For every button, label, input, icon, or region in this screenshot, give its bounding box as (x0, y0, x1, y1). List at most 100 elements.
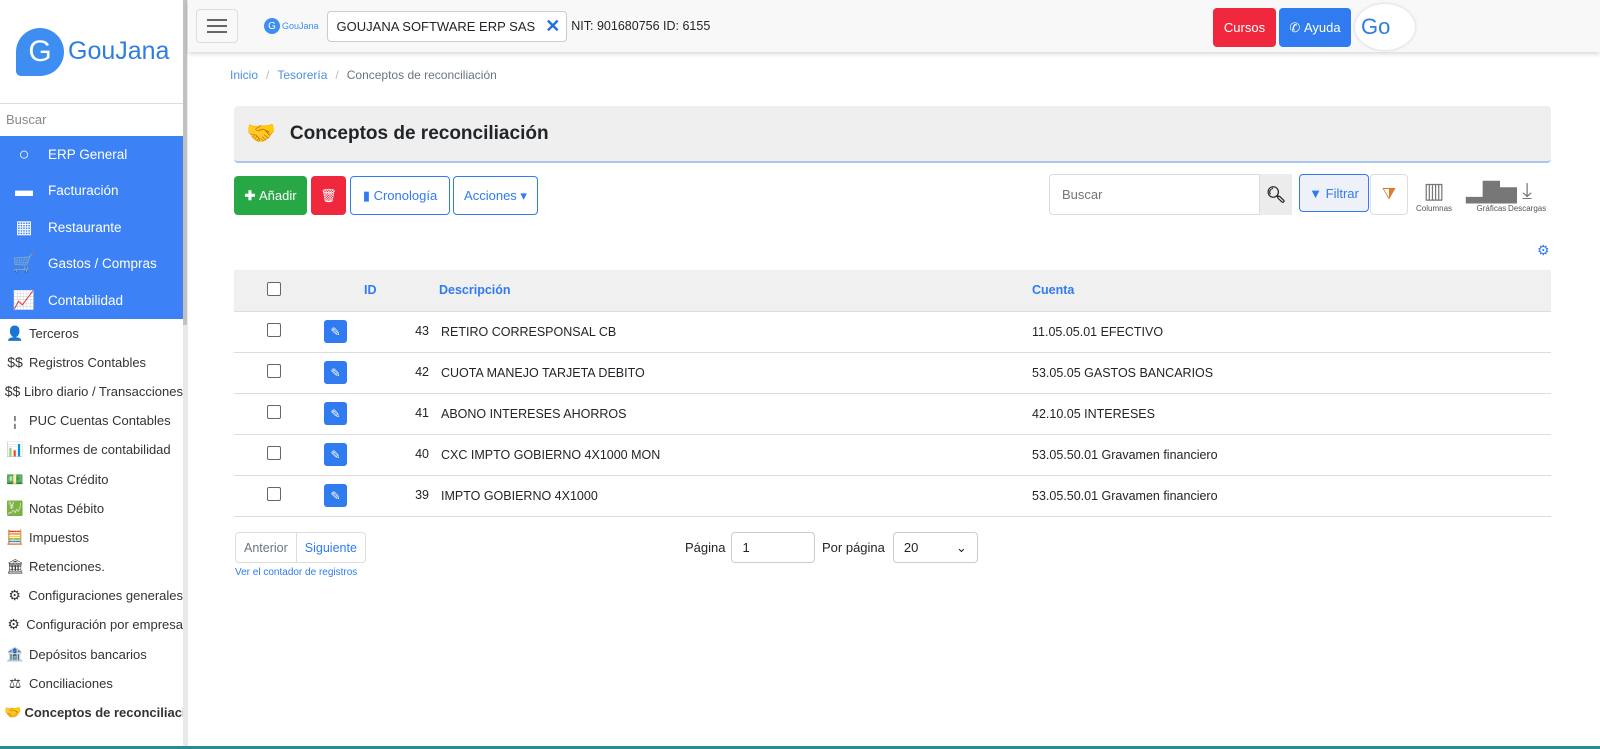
downloads-button[interactable]: ⤓ Descargas (1508, 178, 1546, 213)
menu-item-label: ERP General (48, 146, 128, 162)
book-icon: ▮ (362, 187, 374, 203)
columns-icon: ▥ (1423, 178, 1445, 203)
ayuda-button[interactable]: ✆ Ayuda (1279, 8, 1351, 47)
brand-logo[interactable]: G GouJana (0, 0, 183, 104)
edit-pencil-icon[interactable]: ✎ (324, 443, 347, 466)
trash-icon: 🗑 (320, 187, 337, 203)
submenu-item[interactable]: 📊 Informes de contabilidad (0, 435, 183, 464)
search-input[interactable] (1049, 174, 1260, 215)
submenu-icon: ⚖ (8, 674, 22, 691)
filter-icon: ▼ (1309, 185, 1326, 201)
next-page-button[interactable]: Siguiente (297, 533, 365, 562)
submenu-item[interactable]: 🤝Conceptos de reconciliación (0, 698, 183, 727)
col-account[interactable]: Cuenta (1032, 270, 1551, 312)
submenu-item[interactable]: 💹 Notas Débito (0, 494, 183, 523)
logo-mark: G (16, 27, 64, 76)
company-selector[interactable]: GOUJANA SOFTWARE ERP SAS ✕ (326, 10, 568, 42)
submenu-item[interactable]: $$ Libro diario / Transacciones (0, 377, 183, 406)
menu-item-gastos-compras[interactable]: 🛒 Gastos / Compras (0, 246, 183, 283)
submenu-icon: 🤝 (4, 704, 22, 721)
table-row[interactable]: ✎ 43 RETIRO CORRESPONSAL CB 11.05.05.01 EFE… (234, 311, 1551, 353)
menu-item-restaurante[interactable]: ▦ Restaurante (0, 209, 183, 246)
page-input[interactable]: 1 (731, 532, 816, 563)
row-checkbox[interactable] (267, 405, 281, 419)
submenu-item[interactable]: 🏦 Depósitos bancarios (0, 640, 183, 669)
whatsapp-icon: ✆ (1289, 19, 1304, 35)
submenu-item[interactable]: ⚙ Configuraciones generales (0, 581, 183, 610)
edit-pencil-icon[interactable]: ✎ (324, 361, 347, 384)
submenu-item[interactable]: 🧮 Impuestos (0, 523, 183, 552)
breadcrumb-section[interactable]: Tesorería (277, 68, 327, 82)
settings-gear-icon[interactable]: ⚙ (1537, 242, 1550, 259)
search-button[interactable]: 🔍︎ (1260, 174, 1292, 215)
menu-item-contabilidad[interactable]: 📈 Contabilidad (0, 282, 183, 319)
filter-label: Filtrar (1325, 185, 1359, 201)
cursos-button[interactable]: Cursos (1213, 8, 1276, 47)
submenu-item-label: Retenciones. (29, 559, 105, 575)
table-row[interactable]: ✎ 40 CXC IMPTO GOBIERNO 4X1000 MON 53.05.50… (234, 434, 1551, 476)
cell-description: IMPTO GOBIERNO 4X1000 (429, 475, 1032, 517)
filter-button[interactable]: ▼ Filtrar (1299, 174, 1369, 212)
submenu-item-label: Terceros (29, 325, 79, 341)
edit-pencil-icon[interactable]: ✎ (324, 402, 347, 425)
sidebar: G GouJana Buscar ○ ERP General ▬ Facturación… (0, 0, 183, 749)
submenu-icon: 📊 (6, 441, 24, 458)
submenu-item[interactable]: ¦ PUC Cuentas Contables (0, 406, 183, 435)
col-id[interactable]: ID (314, 270, 429, 312)
col-description[interactable]: Descripción (429, 270, 1032, 312)
submenu-item[interactable]: ⚖ Conciliaciones (0, 669, 183, 698)
menu-toggle-button[interactable] (196, 9, 238, 43)
edit-pencil-icon[interactable]: ✎ (324, 320, 347, 343)
submenu-item[interactable]: ⚙ Configuración por empresa (0, 610, 183, 639)
row-checkbox[interactable] (267, 487, 281, 501)
ayuda-label: Ayuda (1303, 20, 1341, 35)
clear-filter-button[interactable]: ⧩ (1370, 174, 1408, 215)
cell-id: 39 (415, 488, 429, 502)
cell-account: 53.05.50.01 Gravamen financiero (1032, 475, 1551, 517)
per-page-select[interactable]: 20 ⌄ (892, 532, 978, 563)
record-count-link[interactable]: Ver el contador de registros (235, 567, 357, 578)
submenu-item-label: Conciliaciones (29, 675, 113, 691)
row-checkbox[interactable] (267, 446, 281, 460)
table-row[interactable]: ✎ 41 ABONO INTERESES AHORROS 42.10.05 INTER… (234, 393, 1551, 435)
row-checkbox[interactable] (267, 323, 281, 337)
submenu-icon: ⚙ (7, 616, 20, 633)
cell-account: 11.05.05.01 EFECTIVO (1032, 311, 1551, 353)
delete-button[interactable]: 🗑 (311, 176, 346, 215)
per-page-control: Por página 20 ⌄ (822, 532, 978, 563)
submenu-icon: 💹 (6, 499, 24, 516)
company-nit: NIT: 901680756 ID: 6155 (571, 19, 711, 33)
columns-button[interactable]: ▥ Columnas (1416, 178, 1452, 213)
close-icon[interactable]: ✕ (545, 16, 560, 37)
submenu-icon: 💵 (6, 470, 24, 487)
submenu-item[interactable]: 🏛 Retenciones. (0, 552, 183, 581)
per-page-label: Por página (822, 540, 885, 555)
prev-page-button[interactable]: Anterior (236, 533, 297, 562)
add-button[interactable]: ✚ Añadir (234, 176, 307, 215)
cell-id: 40 (415, 447, 429, 461)
table-row[interactable]: ✎ 42 CUOTA MANEJO TARJETA DEBITO 53.05.05 G… (234, 352, 1551, 394)
actions-dropdown[interactable]: Acciones ▾ (453, 176, 538, 215)
table-row[interactable]: ✎ 39 IMPTO GOBIERNO 4X1000 53.05.50.01 Grav… (234, 475, 1551, 517)
menu-item-facturaci-n[interactable]: ▬ Facturación (0, 173, 183, 210)
row-checkbox[interactable] (267, 364, 281, 378)
submenu-item[interactable]: $$ Registros Contables (0, 348, 183, 377)
menu-item-erp-general[interactable]: ○ ERP General (0, 136, 183, 173)
submenu-item[interactable]: 👤 Terceros (0, 319, 183, 348)
submenu-item-label: Registros Contables (29, 354, 147, 370)
mini-logo-text: GouJana (282, 21, 319, 31)
menu-icon: ○ (18, 143, 30, 164)
breadcrumb-home[interactable]: Inicio (230, 68, 258, 82)
submenu-item[interactable]: 💵 Notas Crédito (0, 464, 183, 493)
edit-pencil-icon[interactable]: ✎ (324, 484, 347, 507)
submenu-item-label: Informes de contabilidad (29, 442, 171, 458)
select-all-checkbox[interactable] (267, 281, 281, 296)
actions-label: Acciones (464, 188, 517, 203)
user-avatar[interactable]: Go (1355, 4, 1415, 50)
sidebar-search-input[interactable]: Buscar (0, 104, 183, 136)
sidebar-scrollbar[interactable] (183, 0, 188, 749)
submenu-item-label: Configuración por empresa (26, 617, 183, 633)
timeline-button[interactable]: ▮ Cronología (350, 176, 450, 215)
submenu-item-label: Impuestos (29, 529, 89, 545)
table-header-row: ID Descripción Cuenta (234, 270, 1551, 312)
